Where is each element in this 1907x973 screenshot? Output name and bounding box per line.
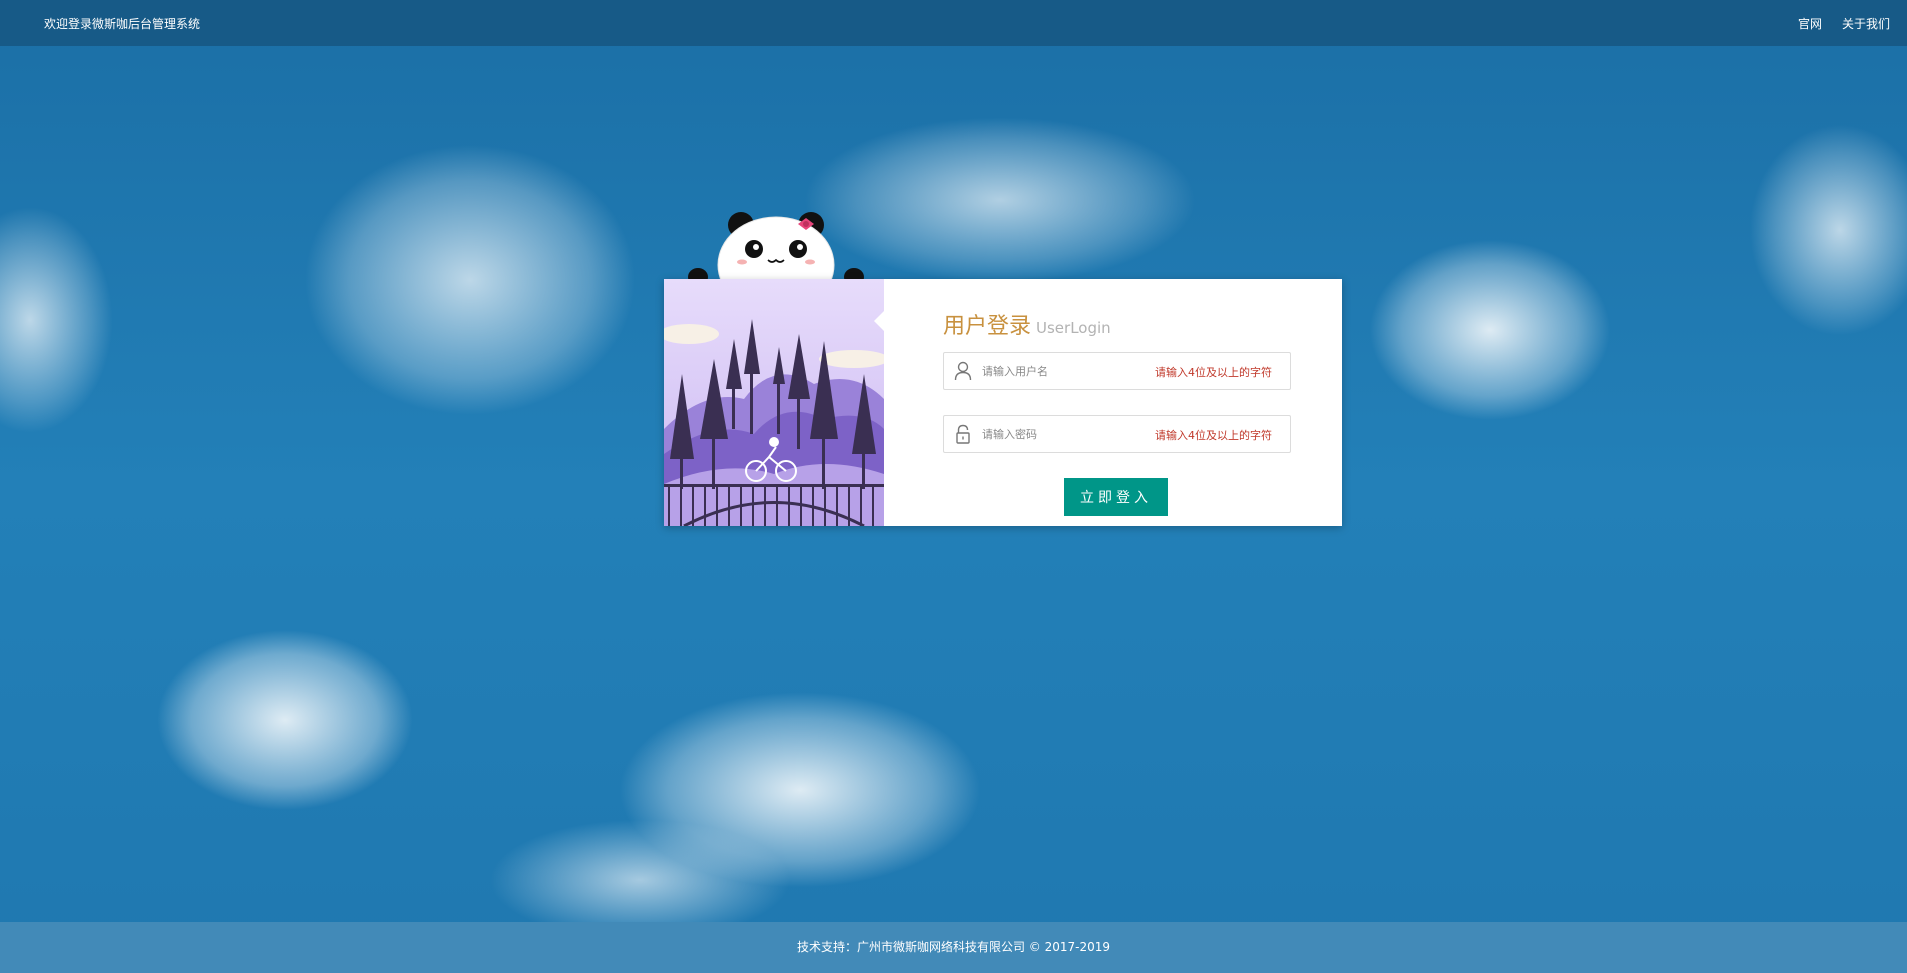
footer: 技术支持：广州市微斯咖网络科技有限公司 © 2017-2019: [0, 922, 1907, 973]
login-button[interactable]: 立即登入: [1064, 478, 1168, 516]
password-field[interactable]: 请输入4位及以上的字符: [943, 415, 1291, 453]
password-input[interactable]: [982, 424, 1142, 444]
username-hint: 请输入4位及以上的字符: [1155, 366, 1272, 379]
password-hint: 请输入4位及以上的字符: [1155, 429, 1272, 442]
username-input[interactable]: [982, 361, 1142, 381]
lock-icon: [956, 424, 970, 444]
user-icon: [954, 361, 972, 381]
welcome-text: 欢迎登录微斯咖后台管理系统: [44, 17, 201, 31]
panda-mascot-icon: [688, 212, 864, 290]
username-field[interactable]: 请输入4位及以上的字符: [943, 352, 1291, 390]
official-site-link[interactable]: 官网: [1798, 15, 1822, 32]
login-card: 用户登录UserLogin 请输入4位及以上的字符 请输入4位及以上的字符 立即…: [664, 279, 1342, 526]
login-form: 用户登录UserLogin 请输入4位及以上的字符 请输入4位及以上的字符 立即…: [943, 279, 1323, 526]
about-us-link[interactable]: 关于我们: [1842, 15, 1890, 32]
login-title-cn: 用户登录: [943, 314, 1032, 339]
top-links: 官网 关于我们: [1798, 15, 1890, 32]
login-illustration: [664, 279, 884, 526]
login-title: 用户登录 UserLogin: [943, 308, 1111, 340]
login-title-en: UserLogin: [1036, 319, 1111, 337]
landscape-illustration: [664, 279, 884, 526]
footer-text: 技术支持：广州市微斯咖网络科技有限公司 © 2017-2019: [796, 940, 1111, 954]
top-bar: 欢迎登录微斯咖后台管理系统 官网 关于我们: [0, 0, 1907, 46]
